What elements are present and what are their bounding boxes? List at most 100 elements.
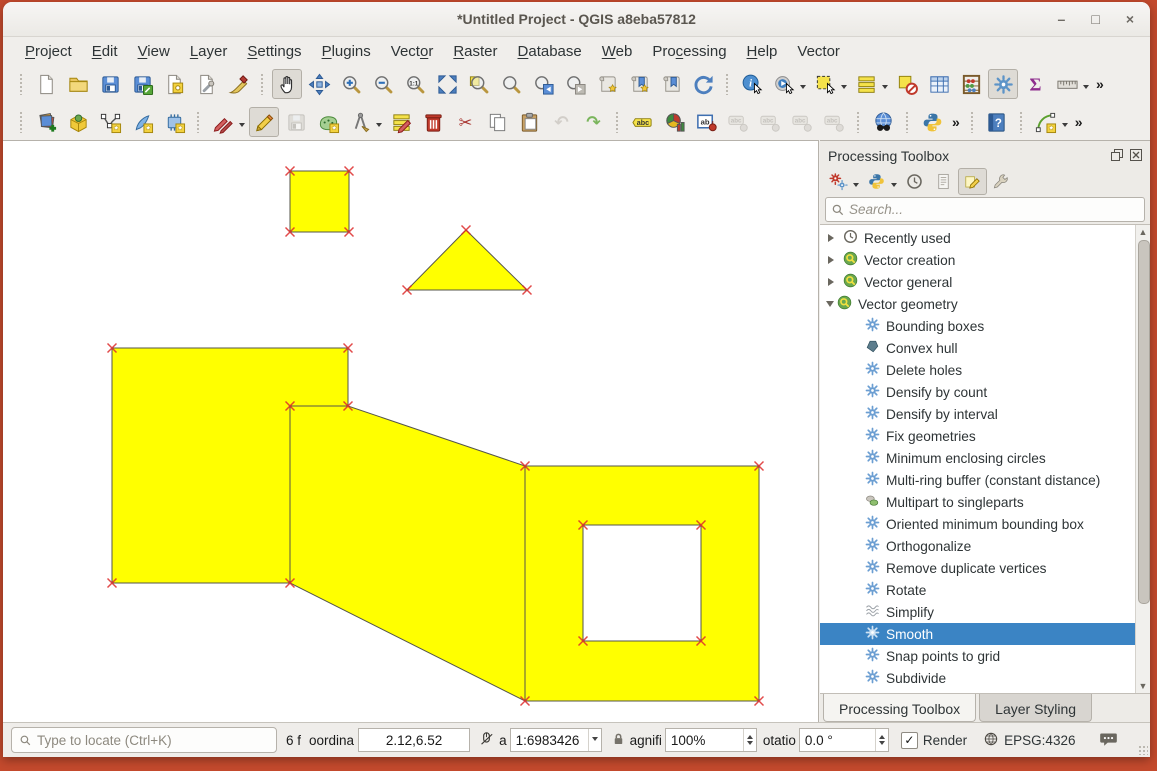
field-calculator-button[interactable] (956, 69, 986, 99)
scroll-down-icon[interactable]: ▼ (1138, 681, 1148, 691)
history-button[interactable] (900, 168, 929, 195)
tree-item-multi-ring-buffer-constant-distance[interactable]: Multi-ring buffer (constant distance) (820, 469, 1150, 491)
metasearch-button[interactable] (868, 107, 898, 137)
style-manager-button[interactable] (223, 69, 253, 99)
coordinate-box[interactable] (358, 728, 470, 752)
tree-item-simplify[interactable]: Simplify (820, 601, 1150, 623)
rotation-spinner[interactable] (875, 729, 888, 751)
measure-button[interactable] (1052, 69, 1082, 99)
tree-item-multipart-to-singleparts[interactable]: Multipart to singleparts (820, 491, 1150, 513)
log-messages-icon[interactable] (1099, 731, 1118, 750)
change-label-button[interactable]: abc (819, 107, 849, 137)
toolbar-handle[interactable] (725, 73, 730, 95)
tree-item-convex-hull[interactable]: Convex hull (820, 337, 1150, 359)
tree-item-minimum-enclosing-circles[interactable]: Minimum enclosing circles (820, 447, 1150, 469)
rotation-spinbox[interactable] (799, 728, 889, 752)
chevron-right-icon[interactable] (828, 256, 838, 264)
pan-to-selection-button[interactable] (304, 69, 334, 99)
edit-features-inplace-button[interactable] (958, 168, 987, 195)
maximize-button[interactable]: □ (1091, 12, 1099, 26)
modify-attributes-of-selected-button[interactable] (386, 107, 416, 137)
options-button[interactable] (987, 168, 1016, 195)
tree-item-remove-duplicate-vertices[interactable]: Remove duplicate vertices (820, 557, 1150, 579)
zoom-last-button[interactable] (528, 69, 558, 99)
menu-view[interactable]: View (128, 40, 180, 63)
zoom-in-button[interactable] (336, 69, 366, 99)
models-button[interactable] (824, 168, 853, 195)
toolbar-handle[interactable] (970, 111, 975, 133)
pan-map-button[interactable] (272, 69, 302, 99)
paste-features-button[interactable] (514, 107, 544, 137)
menu-vector-2[interactable]: Vector (787, 40, 850, 63)
tree-item-fix-geometries[interactable]: Fix geometries (820, 425, 1150, 447)
scrollbar-thumb[interactable] (1138, 240, 1150, 604)
new-spatialite-layer-button[interactable] (127, 107, 157, 137)
rotate-label-button[interactable]: abc (787, 107, 817, 137)
tree-item-smooth[interactable]: Smooth (820, 623, 1150, 645)
extent-tracking-icon[interactable] (478, 730, 495, 750)
toolbar-handle[interactable] (19, 73, 24, 95)
zoom-to-selection-button[interactable] (496, 69, 526, 99)
menu-edit[interactable]: Edit (82, 40, 128, 63)
processing-toolbox-toggle-button[interactable] (988, 69, 1018, 99)
zoom-full-button[interactable] (432, 69, 462, 99)
chevron-right-icon[interactable] (828, 234, 838, 242)
measure-dropdown[interactable] (1083, 85, 1089, 92)
zoom-native-button[interactable]: 1:1 (400, 69, 430, 99)
tree-scrollbar[interactable]: ▲ ▼ (1135, 225, 1150, 693)
add-polygon-feature-button[interactable] (313, 107, 343, 137)
toolbar-handle[interactable] (856, 111, 861, 133)
magnifier-spinner[interactable] (743, 729, 756, 751)
highlight-pinned-labels-button[interactable]: abc (723, 107, 753, 137)
digitize-with-curve-dropdown[interactable] (1062, 123, 1068, 130)
panel-close-button[interactable] (1129, 149, 1144, 163)
processing-search-input[interactable]: Search... (825, 197, 1145, 222)
lock-scale-icon[interactable] (611, 731, 626, 750)
minimize-button[interactable]: – (1058, 12, 1066, 26)
select-features-by-value-button[interactable] (851, 69, 881, 99)
data-source-manager-button[interactable] (31, 107, 61, 137)
locator-input[interactable]: Type to locate (Ctrl+K) (11, 727, 277, 753)
crs-status[interactable]: EPSG:4326 (1004, 733, 1075, 748)
menu-processing[interactable]: Processing (642, 40, 736, 63)
current-edits-button[interactable] (208, 107, 238, 137)
current-edits-dropdown[interactable] (239, 123, 245, 130)
new-virtual-layer-button[interactable] (159, 107, 189, 137)
rotation-input[interactable] (800, 732, 875, 749)
save-project-as-button[interactable] (127, 69, 157, 99)
feature-triangle[interactable] (407, 230, 527, 290)
zoom-next-button[interactable] (560, 69, 590, 99)
toolbar-handle[interactable] (260, 73, 265, 95)
tab-layer-styling[interactable]: Layer Styling (979, 694, 1092, 722)
copy-features-button[interactable] (482, 107, 512, 137)
toolbar-handle[interactable] (196, 111, 201, 133)
vertex-tool-dropdown[interactable] (376, 123, 382, 130)
deselect-features-button[interactable] (892, 69, 922, 99)
scale-combo[interactable] (510, 728, 602, 752)
toolbar-overflow-button[interactable]: » (1092, 76, 1108, 92)
toolbar-handle[interactable] (905, 111, 910, 133)
help-button[interactable]: ? (982, 107, 1012, 137)
select-features-by-value-dropdown[interactable] (882, 85, 888, 92)
scripts-button[interactable] (862, 168, 891, 195)
statistical-summary-button[interactable]: Σ (1020, 69, 1050, 99)
run-feature-action-dropdown[interactable] (800, 85, 806, 92)
cut-features-button[interactable]: ✂ (450, 107, 480, 137)
tab-processing-toolbox[interactable]: Processing Toolbox (823, 694, 976, 722)
tree-item-subdivide[interactable]: Subdivide (820, 667, 1150, 689)
menu-project[interactable]: Project (15, 40, 82, 63)
open-project-button[interactable] (63, 69, 93, 99)
menu-help[interactable]: Help (737, 40, 788, 63)
tree-item-delete-holes[interactable]: Delete holes (820, 359, 1150, 381)
menu-web[interactable]: Web (592, 40, 643, 63)
tree-item-densify-by-count[interactable]: Densify by count (820, 381, 1150, 403)
render-checkbox[interactable]: ✓ (901, 732, 918, 749)
layer-diagram-options-button[interactable] (659, 107, 689, 137)
feature-square-with-hole[interactable] (525, 466, 759, 701)
menu-settings[interactable]: Settings (237, 40, 311, 63)
digitize-with-curve-button[interactable] (1031, 107, 1061, 137)
new-project-button[interactable] (31, 69, 61, 99)
open-attribute-table-button[interactable] (924, 69, 954, 99)
magnifier-spinbox[interactable] (665, 728, 757, 752)
tree-item-oriented-minimum-bounding-box[interactable]: Oriented minimum bounding box (820, 513, 1150, 535)
